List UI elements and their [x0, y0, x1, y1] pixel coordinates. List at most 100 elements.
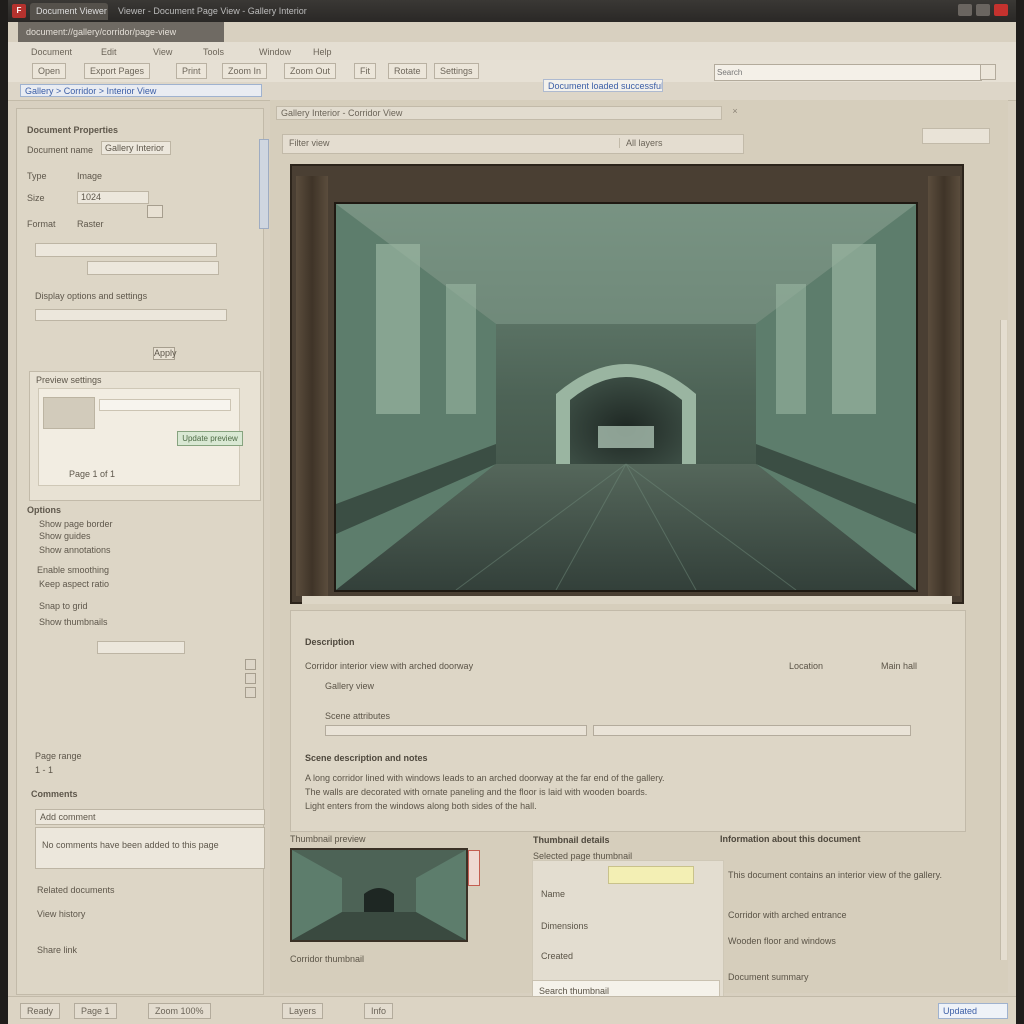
preview-image-icon	[43, 397, 95, 429]
search-icon[interactable]	[980, 64, 996, 80]
open-button[interactable]: Open	[32, 63, 67, 79]
menu-window[interactable]: Window	[254, 45, 296, 59]
option-item[interactable]: Snap to grid	[39, 601, 88, 611]
apply-button[interactable]: Apply	[153, 347, 177, 360]
details-line: Created	[541, 951, 574, 961]
frame-base	[302, 596, 952, 604]
location-label: Location	[789, 661, 824, 671]
corridor-image	[334, 202, 918, 592]
option-checkbox[interactable]	[245, 687, 256, 698]
status-message: Document loaded successfully	[543, 79, 663, 92]
window-title: Viewer - Document Page View - Gallery In…	[118, 6, 307, 16]
thumbnail-scene	[292, 850, 466, 940]
filter-label: Filter view	[289, 138, 330, 148]
gallery-view-label: Gallery view	[325, 681, 375, 691]
rotate-button[interactable]: Rotate	[388, 63, 427, 79]
menu-tools[interactable]: Tools	[198, 45, 229, 59]
filter-select[interactable]: All layers	[619, 138, 746, 148]
history-link[interactable]: View history	[37, 909, 85, 919]
size-spin-button[interactable]	[147, 205, 163, 218]
preview-field[interactable]	[99, 399, 231, 411]
menu-edit[interactable]: Edit	[96, 45, 122, 59]
view-mode-button[interactable]	[922, 128, 990, 144]
options-select[interactable]	[97, 641, 185, 654]
properties-panel: Document Properties Document name Galler…	[16, 108, 269, 995]
thumb-caption-bottom: Corridor thumbnail	[290, 954, 365, 964]
menu-view[interactable]: View	[148, 45, 177, 59]
details-subtitle: Selected page thumbnail	[533, 851, 633, 861]
description-panel: Description Corridor interior view with …	[290, 610, 966, 832]
zoom-in-button[interactable]: Zoom In	[222, 63, 268, 79]
info-line: Corridor with arched entrance	[728, 910, 847, 920]
search-input[interactable]	[714, 64, 982, 81]
notes-title: Scene description and notes	[305, 753, 428, 763]
export-button[interactable]: Export Pages	[84, 63, 151, 79]
fit-button[interactable]: Fit	[354, 63, 376, 79]
close-icon[interactable]	[994, 4, 1008, 16]
comments-title: Comments	[31, 789, 78, 799]
property-field-b[interactable]	[87, 261, 219, 275]
menu-help[interactable]: Help	[308, 45, 337, 59]
size-field[interactable]: 1024	[77, 191, 149, 204]
comment-list: No comments have been added to this page	[35, 827, 265, 869]
image-frame	[290, 164, 964, 604]
doc-name-field[interactable]: Gallery Interior	[101, 141, 171, 155]
properties-scrollbar[interactable]	[259, 139, 269, 229]
zoom-out-button[interactable]: Zoom Out	[284, 63, 337, 79]
status-updated: Updated	[938, 1003, 1008, 1019]
settings-button[interactable]: Settings	[434, 63, 479, 79]
options-title: Options	[27, 505, 61, 515]
status-bar: Ready Page 1 Zoom 100% Layers Info Updat…	[8, 996, 1016, 1024]
type-value: Image	[77, 171, 103, 181]
preview-title: Preview settings	[36, 375, 102, 385]
info-title: Information about this document	[720, 834, 861, 844]
notes-line: The walls are decorated with ornate pane…	[305, 787, 648, 797]
minimize-icon[interactable]	[958, 4, 972, 16]
status-layers[interactable]: Layers	[282, 1003, 324, 1019]
status-page[interactable]: Page 1	[74, 1003, 117, 1019]
thumb-caption: Thumbnail preview	[290, 834, 366, 844]
window-tab[interactable]: Document Viewer	[30, 3, 108, 20]
property-field-a[interactable]	[35, 243, 217, 257]
menu-document[interactable]: Document	[26, 45, 77, 59]
main-view: Gallery Interior - Corridor View × Filte…	[270, 100, 1008, 1004]
attribute-field[interactable]	[593, 725, 911, 736]
print-button[interactable]: Print	[176, 63, 207, 79]
details-line: Name	[541, 889, 566, 899]
details-title: Thumbnail details	[533, 835, 610, 845]
description-row: Corridor interior view with arched doorw…	[305, 661, 474, 671]
info-line: Wooden floor and windows	[728, 936, 836, 946]
option-item[interactable]: Enable smoothing	[37, 565, 109, 575]
option-checkbox[interactable]	[245, 659, 256, 670]
option-item[interactable]: Show guides	[39, 531, 91, 541]
doc-name-label: Document name	[27, 145, 94, 155]
app-icon: F	[12, 4, 26, 18]
share-link[interactable]: Share link	[37, 945, 77, 955]
toolbar: Open Export Pages Print Zoom In Zoom Out…	[8, 60, 1016, 82]
thumbnail-search-placeholder: Search thumbnail	[539, 986, 610, 996]
main-scrollbar[interactable]	[1000, 320, 1007, 960]
panel-header: Document Properties	[27, 125, 119, 135]
option-item[interactable]: Show thumbnails	[39, 617, 108, 627]
option-checkbox[interactable]	[245, 673, 256, 684]
display-options-field[interactable]	[35, 309, 227, 321]
option-item[interactable]: Show page border	[39, 519, 113, 529]
option-item[interactable]: Keep aspect ratio	[39, 579, 109, 589]
notes-line: A long corridor lined with windows leads…	[305, 773, 665, 783]
attribute-field[interactable]	[325, 725, 587, 736]
corridor-thumbnail[interactable]	[290, 848, 468, 942]
update-preview-button[interactable]: Update preview	[177, 431, 243, 446]
address-tab[interactable]: document://gallery/corridor/page-view	[18, 22, 224, 42]
option-item[interactable]: Show annotations	[39, 545, 111, 555]
maximize-icon[interactable]	[976, 4, 990, 16]
document-tab[interactable]: Gallery Interior - Corridor View	[276, 106, 722, 120]
tab-close-icon[interactable]: ×	[728, 106, 742, 120]
breadcrumb[interactable]: Gallery > Corridor > Interior View	[20, 84, 262, 97]
highlight-field[interactable]	[608, 866, 694, 884]
menu-bar: Document Edit View Tools Window Help	[8, 42, 1016, 61]
status-zoom[interactable]: Zoom 100%	[148, 1003, 211, 1019]
related-link[interactable]: Related documents	[37, 885, 115, 895]
frame-left-pillar	[296, 176, 328, 596]
comment-input[interactable]: Add comment	[35, 809, 265, 825]
status-info[interactable]: Info	[364, 1003, 394, 1019]
